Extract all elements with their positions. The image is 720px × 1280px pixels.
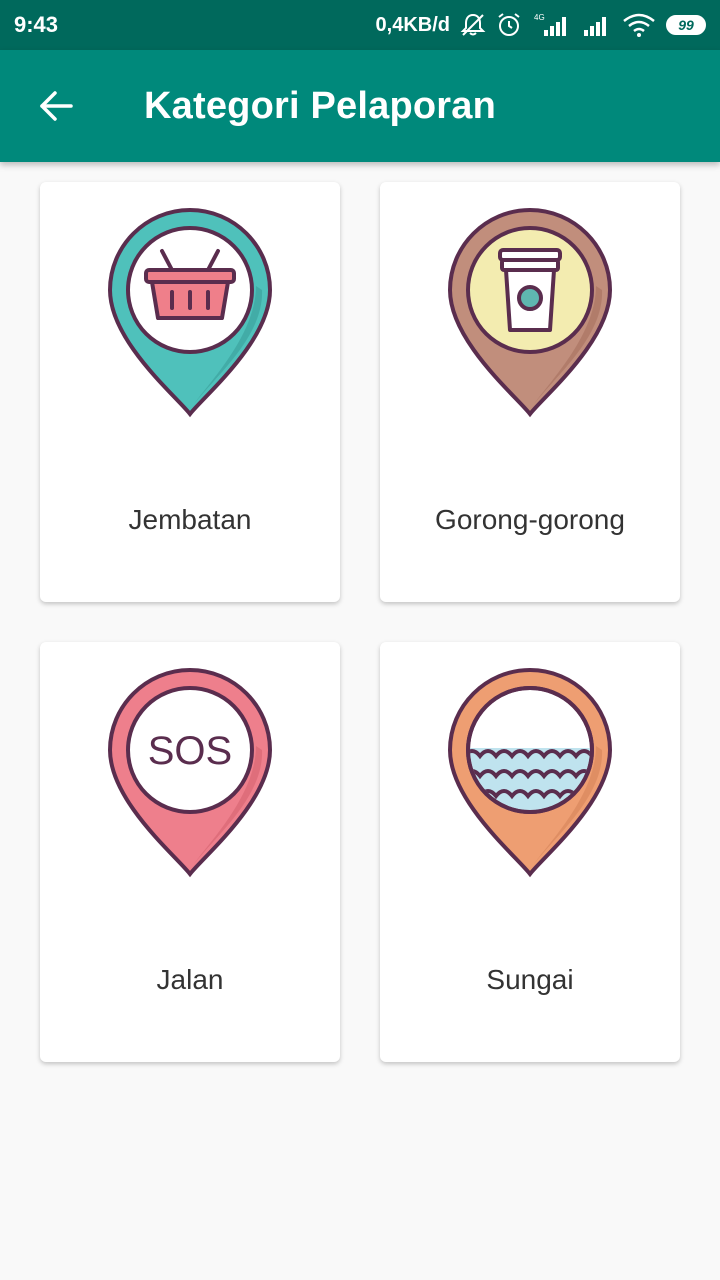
basket-pin-icon: [107, 207, 273, 418]
category-card-jembatan[interactable]: Jembatan: [40, 182, 340, 602]
category-card-jalan[interactable]: SOS Jalan: [40, 642, 340, 1062]
status-icons: 0,4KB/d 4G 99: [376, 12, 706, 38]
alarm-icon: [496, 12, 522, 38]
network-speed: 0,4KB/d: [375, 13, 450, 36]
category-card-sungai[interactable]: Sungai: [380, 642, 680, 1062]
back-button[interactable]: [26, 76, 86, 136]
page-title: Kategori Pelaporan: [144, 84, 497, 127]
waves-pin-icon: [447, 667, 613, 878]
status-bar: 9:43 0,4KB/d 4G 99: [0, 0, 720, 50]
signal-icon: [582, 12, 612, 38]
coffee-cup-pin-icon: [447, 207, 613, 418]
category-label: Jalan: [156, 964, 224, 995]
notification-off-icon: [460, 12, 486, 38]
category-label: Gorong-gorong: [435, 504, 625, 535]
category-card-gorong-gorong[interactable]: Gorong-gorong: [380, 182, 680, 602]
category-label: Jembatan: [128, 504, 252, 535]
battery-icon: 99: [666, 15, 706, 35]
app-bar: Kategori Pelaporan: [0, 50, 720, 162]
sos-pin-icon: SOS: [107, 667, 273, 878]
category-grid: Jembatan Gorong-gorong SOS Jalan Sungai: [40, 182, 680, 1062]
arrow-back-icon: [40, 91, 73, 121]
wifi-icon: [622, 12, 656, 38]
status-time: 9:43: [14, 12, 59, 37]
network-type-label: 4G: [534, 13, 545, 22]
signal-icon: 4G: [532, 12, 572, 38]
sos-text: SOS: [148, 729, 232, 773]
category-label: Sungai: [486, 964, 574, 995]
